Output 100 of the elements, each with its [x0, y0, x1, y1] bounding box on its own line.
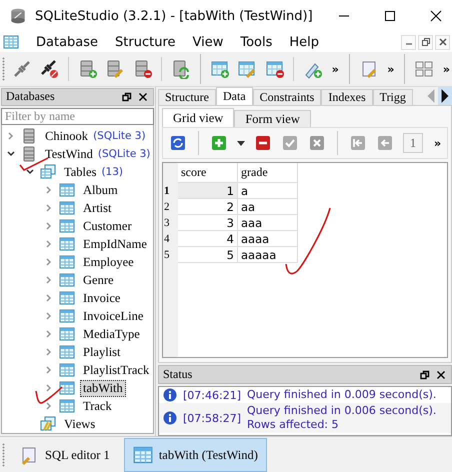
table-icon: [59, 344, 75, 360]
rollback-icon[interactable]: [308, 134, 326, 152]
close-icon[interactable]: [430, 10, 442, 22]
tree-item[interactable]: InvoiceLine: [80, 308, 146, 324]
dropdown-arrow-icon[interactable]: [237, 139, 245, 147]
row-number: 4: [163, 231, 178, 247]
tree-item[interactable]: Album: [80, 182, 121, 198]
commit-icon[interactable]: [281, 134, 299, 152]
table-cell: 3: [178, 215, 238, 231]
message-time: [07:46:21]: [183, 388, 241, 402]
previous-page-icon[interactable]: [376, 134, 394, 152]
status-message: Query finished in 0.006 second(s). Rows affected: 5: [247, 404, 436, 432]
table-cell: 5: [178, 247, 238, 263]
menu-item[interactable]: Database: [36, 34, 98, 50]
close-button[interactable]: [435, 34, 450, 50]
tree-item[interactable]: Playlist: [80, 344, 124, 360]
close-icon: [438, 38, 446, 46]
menu-item[interactable]: Tools: [240, 34, 272, 50]
table-icon: [59, 236, 75, 252]
window-tab[interactable]: tabWith (TestWind): [124, 438, 267, 472]
delete-row-icon[interactable]: [254, 134, 272, 152]
table-icon: [59, 308, 75, 324]
pen-stroke: [285, 207, 331, 277]
tree-item[interactable]: Customer: [80, 218, 135, 234]
window-tab[interactable]: SQL editor 1: [11, 438, 118, 472]
grid-corner: [163, 163, 178, 183]
column-header[interactable]: score: [178, 163, 238, 183]
scroll-right-icon[interactable]: [438, 87, 452, 105]
table-icon: [132, 445, 153, 465]
table-cell: aaaaa: [238, 247, 298, 263]
page-number-field[interactable]: 1: [403, 133, 423, 153]
message-time: [07:58:27]: [183, 412, 241, 424]
tab[interactable]: Indexes: [321, 89, 373, 105]
tree-item[interactable]: Views: [61, 416, 98, 432]
column-header[interactable]: grade: [238, 163, 298, 183]
tree-item[interactable]: Tables: [61, 164, 100, 180]
database-icon: [21, 128, 37, 144]
tab[interactable]: Data: [216, 87, 253, 105]
float-panel-icon[interactable]: [420, 370, 430, 380]
tree-item[interactable]: TestWind: [42, 146, 96, 162]
minimize-button[interactable]: [401, 34, 416, 50]
tables-icon: [40, 164, 56, 180]
restore-button[interactable]: [418, 34, 433, 50]
table-cell: aaaa: [238, 231, 298, 247]
status-message: Query finished in 0.009 second(s).: [247, 388, 436, 402]
tree-item[interactable]: tabWith: [80, 380, 126, 396]
tree-item[interactable]: Invoice: [80, 290, 124, 306]
info-icon: [163, 411, 177, 425]
table-cell: aa: [238, 199, 298, 215]
tab[interactable]: Constraints: [252, 89, 322, 105]
table-icon: [3, 34, 19, 50]
first-page-icon[interactable]: [349, 134, 367, 152]
tree-item-count: (13): [101, 166, 124, 178]
add-row-icon[interactable]: [210, 134, 228, 152]
more-button[interactable]: »: [440, 62, 452, 76]
tree-item[interactable]: MediaType: [80, 326, 143, 342]
table-icon: [59, 380, 75, 396]
menu-item[interactable]: View: [192, 34, 224, 50]
tree-item[interactable]: Track: [80, 398, 115, 414]
app-icon: [9, 7, 27, 25]
float-panel-icon[interactable]: [122, 92, 132, 102]
more-button[interactable]: »: [385, 62, 396, 76]
panel-title: Status: [163, 367, 192, 382]
more-button[interactable]: »: [330, 62, 341, 76]
tab[interactable]: Trigg: [372, 89, 413, 105]
window-title: SQLiteStudio (3.2.1) - [tabWith (TestWind)]: [35, 8, 313, 24]
menu-item[interactable]: Help: [289, 34, 320, 50]
tab[interactable]: Grid view: [162, 108, 234, 127]
more-button[interactable]: »: [432, 136, 444, 150]
table-icon: [59, 182, 75, 198]
table-cell: aaa: [238, 215, 298, 231]
table-icon: [59, 398, 75, 414]
tree-item[interactable]: Employee: [80, 254, 137, 270]
tree-item[interactable]: Genre: [80, 272, 117, 288]
close-icon[interactable]: [138, 92, 148, 102]
maximize-icon[interactable]: [384, 10, 396, 22]
table-icon: [59, 272, 75, 288]
tree-item[interactable]: Chinook: [42, 128, 92, 144]
tree-item[interactable]: Artist: [80, 200, 114, 216]
row-number: 3: [163, 215, 178, 231]
refresh-icon[interactable]: [169, 134, 187, 152]
close-icon[interactable]: [436, 370, 446, 380]
table-icon: [59, 254, 75, 270]
restore-icon: [422, 38, 430, 46]
tree-item-count: (SQLite 3): [98, 148, 150, 160]
table-cell: a: [238, 183, 298, 199]
filter-field[interactable]: Filter by name: [1, 108, 154, 125]
table-icon: [59, 290, 75, 306]
tree-item[interactable]: EmpIdName: [80, 236, 150, 252]
pen-stroke: [19, 157, 49, 171]
tree-item-count: (SQLite 3): [93, 130, 146, 142]
tree-item[interactable]: PlaylistTrack: [80, 362, 152, 378]
table-icon: [59, 218, 75, 234]
row-number: 2: [163, 199, 178, 215]
table-icon: [59, 362, 75, 378]
table-icon: [59, 326, 75, 342]
table-cell: 2: [178, 199, 238, 215]
tab[interactable]: Structure: [158, 89, 216, 105]
menu-item[interactable]: Structure: [115, 34, 176, 50]
tab[interactable]: Form view: [234, 110, 311, 127]
